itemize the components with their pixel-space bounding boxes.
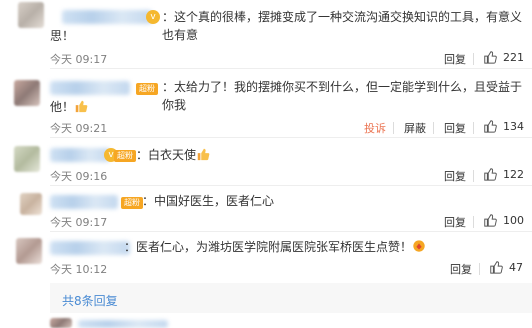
block-button[interactable]: 屏蔽	[404, 120, 426, 136]
comment-time: 今天 09:21	[50, 122, 108, 135]
like-icon[interactable]	[489, 260, 503, 274]
reply-button[interactable]: 回复	[444, 214, 466, 230]
like-icon[interactable]	[483, 167, 497, 181]
divider	[50, 185, 532, 186]
comment-text: ：中国好医生，医者仁心	[142, 194, 275, 208]
comment-time: 今天 09:17	[50, 53, 108, 66]
comment-text-cont: 他！	[50, 98, 88, 116]
comment-time: 今天 09:17	[50, 216, 108, 229]
thumbs-up-emoji-icon	[197, 148, 210, 161]
username[interactable]	[50, 148, 110, 162]
comment-text-row: ：白衣天使	[136, 146, 210, 164]
comment-text: ：这个真的很棒，摆摊变成了一种交流沟通交换知识的工具，有意义也有意	[162, 10, 523, 42]
divider	[50, 231, 532, 232]
separator	[393, 122, 394, 134]
like-count: 221	[503, 51, 524, 64]
username[interactable]	[62, 10, 152, 24]
more-replies-link[interactable]: 共8条回复	[62, 292, 118, 309]
avatar[interactable]	[18, 2, 44, 28]
avatar[interactable]	[20, 193, 42, 215]
fan-badge-icon: v	[146, 10, 160, 24]
more-replies-bar	[50, 283, 532, 313]
separator	[433, 122, 434, 134]
comment-text-row: ：医者仁心，为潍坊医学院附属医院张军桥医生点赞！	[124, 238, 426, 256]
avatar[interactable]	[14, 80, 40, 106]
clapping-emoji-icon	[413, 240, 425, 252]
separator	[473, 216, 474, 228]
username[interactable]	[50, 241, 130, 255]
reply-button[interactable]: 回复	[450, 261, 472, 277]
report-button[interactable]: 投诉	[364, 120, 386, 136]
avatar[interactable]	[16, 238, 42, 264]
username[interactable]	[78, 320, 168, 328]
comment-time: 今天 09:16	[50, 170, 108, 183]
super-fan-tag: 超粉	[121, 197, 143, 209]
thumbs-up-emoji-icon	[75, 100, 88, 113]
comment-text-cont-text: 他！	[50, 100, 75, 114]
separator	[473, 170, 474, 182]
comment-text-cont: 思！	[50, 29, 75, 43]
separator	[479, 263, 480, 275]
separator	[473, 53, 474, 65]
like-icon[interactable]	[483, 213, 497, 227]
avatar[interactable]	[50, 318, 72, 328]
like-count: 122	[503, 168, 524, 181]
divider	[50, 68, 532, 69]
username[interactable]	[50, 81, 130, 95]
like-icon[interactable]	[483, 50, 497, 64]
super-fan-tag: 超粉	[136, 83, 158, 95]
reply-button[interactable]: 回复	[444, 168, 466, 184]
comment-time: 今天 10:12	[50, 263, 108, 276]
separator	[473, 122, 474, 134]
like-count: 134	[503, 120, 524, 133]
comment-text: ：太给力了！我的摆摊你买不到什么，但一定能学到什么，且受益于你我	[162, 80, 523, 112]
reply-button[interactable]: 回复	[444, 120, 466, 136]
reply-button[interactable]: 回复	[444, 51, 466, 67]
divider	[50, 137, 532, 138]
super-fan-tag: 超粉	[114, 150, 136, 162]
like-count: 100	[503, 214, 524, 227]
comment-text: ：医者仁心，为潍坊医学院附属医院张军桥医生点赞！	[124, 240, 413, 254]
like-icon[interactable]	[483, 119, 497, 133]
like-count: 47	[509, 261, 523, 274]
username[interactable]	[50, 195, 118, 209]
comment-text: ：白衣天使	[136, 148, 197, 162]
avatar[interactable]	[14, 146, 40, 172]
